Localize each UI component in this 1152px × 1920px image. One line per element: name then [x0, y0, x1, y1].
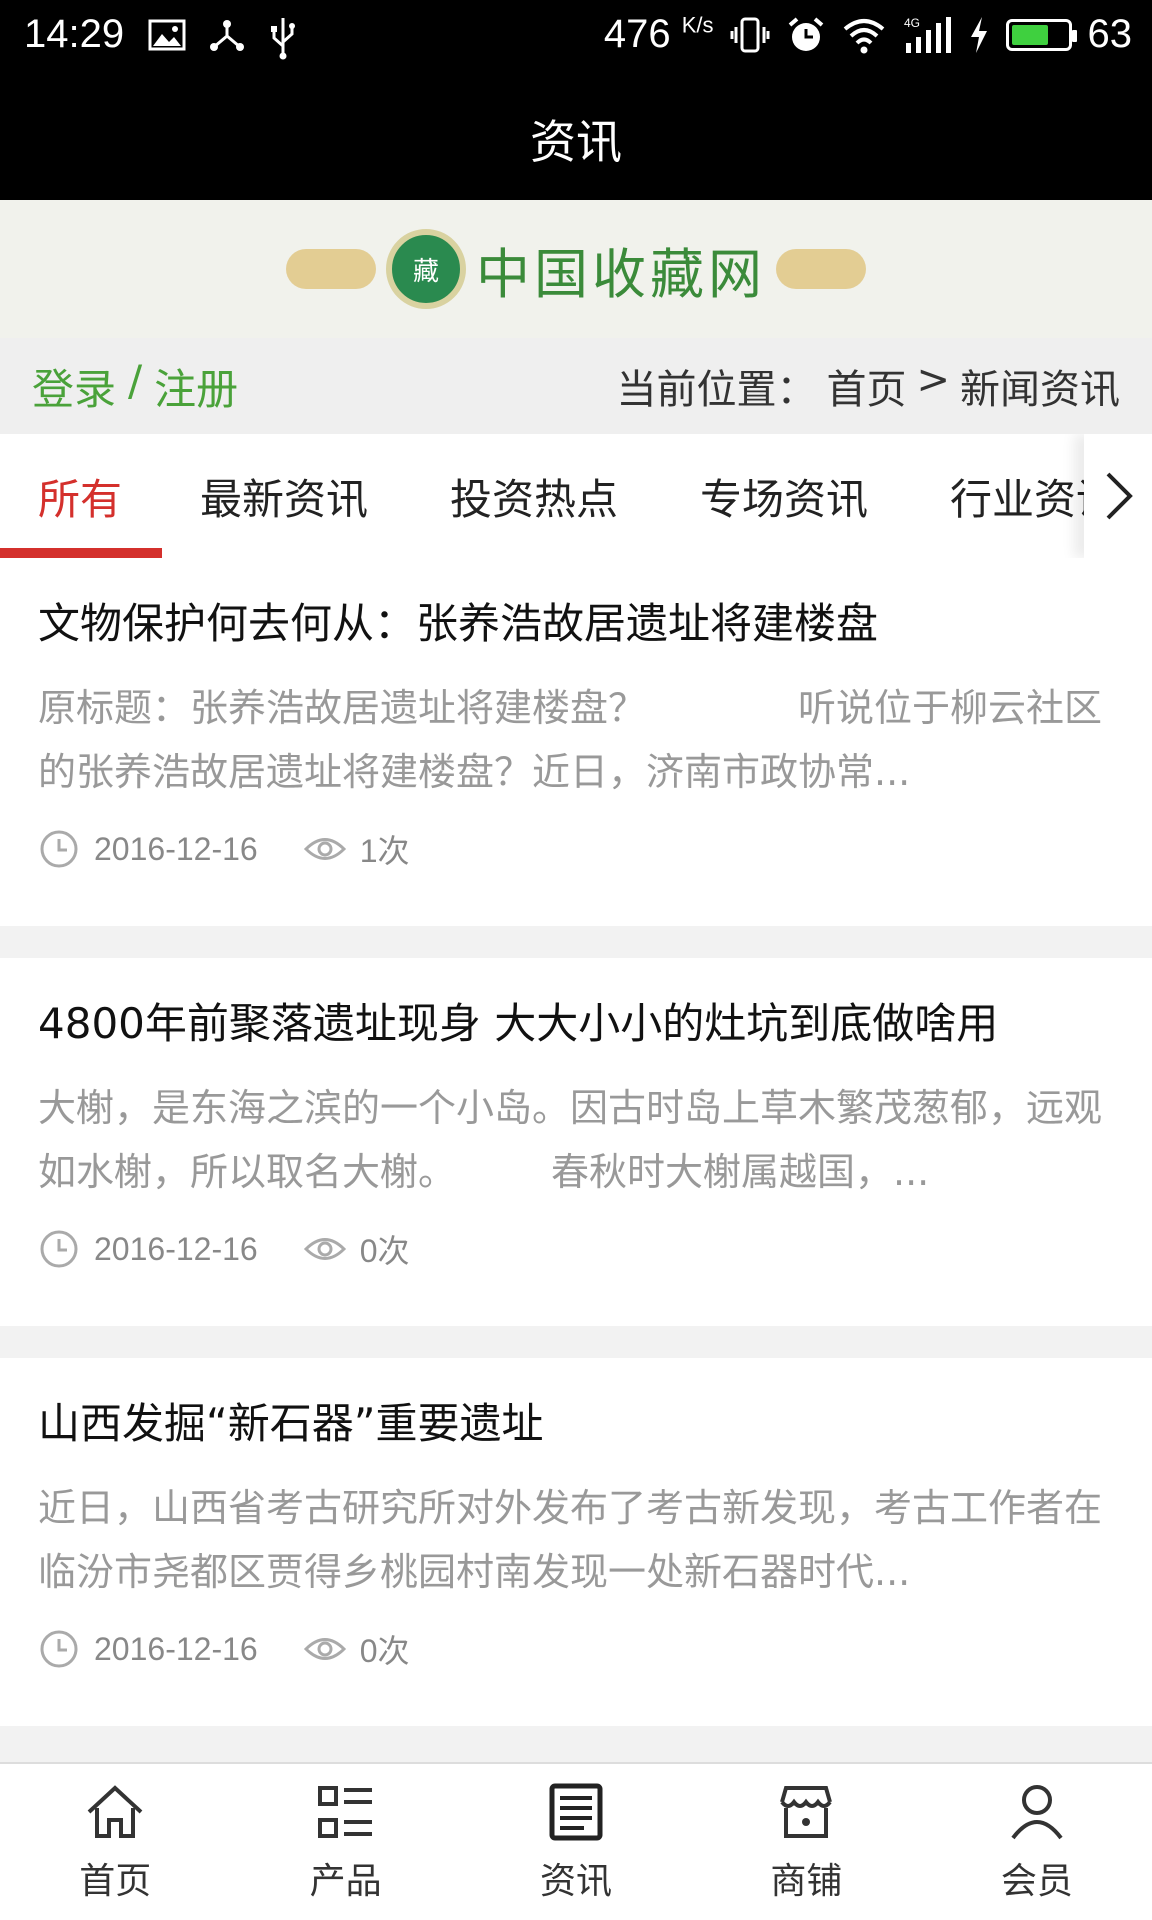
products-icon — [317, 1786, 372, 1838]
nav-news[interactable]: 资讯 — [461, 1764, 691, 1920]
page-title: 资讯 — [530, 115, 622, 169]
eye-icon — [303, 1238, 346, 1260]
home-icon — [87, 1785, 143, 1838]
top-bar: 14:29 476 K/s 4G 63 资讯 — [0, 0, 1152, 200]
usb-icon — [271, 18, 295, 60]
active-tab-indicator — [0, 548, 162, 558]
clock-icon — [40, 830, 78, 868]
nav-news-label: 资讯 — [540, 1861, 613, 1902]
article-summary: 近日，山西省考古研究所对外发布了考古新发现，考古工作者在临汾市尧都区贾得乡桃园村… — [38, 1486, 1103, 1594]
status-bar: 14:29 476 K/s 4G 63 — [0, 0, 1152, 78]
article-date: 2016-12-16 — [94, 1630, 258, 1667]
category-tabs: 所有 最新资讯 投资热点 专场资讯 行业资讯 — [0, 434, 1152, 558]
seal-icon: 藏 — [386, 229, 466, 309]
breadcrumb-home[interactable]: 首页 — [826, 357, 906, 415]
alarm-icon — [788, 16, 823, 51]
shop-icon — [780, 1786, 833, 1838]
vibrate-icon — [730, 17, 769, 52]
article-views: 0次 — [359, 1633, 410, 1669]
chevron-right-icon — [1106, 472, 1133, 520]
tabs-scroll-right-button[interactable] — [1084, 434, 1152, 558]
clock-icon — [40, 1630, 78, 1668]
charging-icon — [970, 16, 987, 53]
nav-shop[interactable]: 商铺 — [691, 1764, 921, 1920]
article-meta: 2016-12-16 0次 — [38, 1626, 1114, 1672]
share-icon — [210, 20, 244, 51]
article-item[interactable]: 4800年前聚落遗址现身 大大小小的灶坑到底做啥用 大榭，是东海之滨的一个小岛。… — [0, 958, 1152, 1326]
article-item[interactable]: 文物保护何去何从：张养浩故居遗址将建楼盘 原标题：张养浩故居遗址将建楼盘？ 听说… — [0, 558, 1152, 926]
login-link[interactable]: 登录 — [32, 356, 116, 417]
tab-investment-hotspots[interactable]: 投资热点 — [450, 434, 618, 558]
article-list: 文物保护何去何从：张养浩故居遗址将建楼盘 原标题：张养浩故居遗址将建楼盘？ 听说… — [0, 558, 1152, 1758]
battery-level: 63 — [1087, 12, 1133, 56]
eye-icon — [303, 1638, 346, 1660]
nav-products-label: 产品 — [309, 1861, 382, 1902]
clock-icon — [40, 1230, 78, 1268]
site-logo[interactable]: 藏 中国收藏网 — [286, 229, 866, 309]
article-item[interactable]: 山西发掘“新石器”重要遗址 近日，山西省考古研究所对外发布了考古新发现，考古工作… — [0, 1358, 1152, 1726]
login-links: 登录 / 注册 — [32, 356, 238, 417]
login-bar: 登录 / 注册 当前位置： 首页 > 新闻资讯 — [0, 338, 1152, 434]
news-icon — [549, 1783, 603, 1841]
article-meta: 2016-12-16 1次 — [38, 826, 1114, 872]
logo-text: 中国收藏网 — [476, 242, 766, 306]
tab-all[interactable]: 所有 — [38, 434, 122, 558]
article-title[interactable]: 4800年前聚落遗址现身 大大小小的灶坑到底做啥用 — [38, 996, 1114, 1052]
status-right: 476 K/s 4G 63 — [604, 12, 1132, 57]
status-time: 14:29 — [24, 12, 125, 56]
nav-member-label: 会员 — [1000, 1861, 1073, 1902]
breadcrumb-current: 新闻资讯 — [960, 367, 1120, 413]
article-summary: 大榭，是东海之滨的一个小岛。因古时岛上草木繁茂葱郁，远观如水榭，所以取名大榭。 … — [38, 1086, 1103, 1194]
breadcrumb-arrow: > — [916, 357, 950, 403]
member-icon — [1011, 1785, 1063, 1840]
article-views: 0次 — [359, 1233, 410, 1269]
nav-products[interactable]: 产品 — [230, 1764, 460, 1920]
cloud-ornament-left — [286, 249, 376, 289]
article-meta: 2016-12-16 0次 — [38, 1226, 1114, 1272]
tab-special-news[interactable]: 专场资讯 — [700, 434, 868, 558]
nav-home[interactable]: 首页 — [0, 1764, 230, 1920]
article-views: 1次 — [359, 833, 410, 869]
article-date: 2016-12-16 — [94, 830, 258, 867]
signal-4g-icon: 4G — [904, 16, 951, 53]
battery-icon — [1005, 18, 1077, 51]
nav-shop-label: 商铺 — [770, 1861, 843, 1902]
wifi-icon — [843, 18, 884, 53]
breadcrumb: 当前位置： 首页 > 新闻资讯 — [616, 357, 1120, 415]
cloud-ornament-right — [776, 249, 866, 289]
article-date: 2016-12-16 — [94, 1230, 258, 1267]
article-title[interactable]: 文物保护何去何从：张养浩故居遗址将建楼盘 — [38, 596, 1114, 652]
eye-icon — [303, 838, 346, 860]
network-speed: 476 K/s — [603, 12, 714, 56]
bottom-nav: 首页 产品 资讯 商铺 会员 — [0, 1762, 1152, 1920]
nav-home-label: 首页 — [79, 1861, 152, 1902]
site-banner: 藏 中国收藏网 — [0, 200, 1152, 338]
article-title[interactable]: 山西发掘“新石器”重要遗址 — [38, 1396, 1114, 1452]
status-left-icons — [148, 16, 298, 60]
login-separator: / — [128, 355, 143, 405]
breadcrumb-label: 当前位置： — [616, 367, 817, 413]
tab-latest-news[interactable]: 最新资讯 — [200, 434, 368, 558]
register-link[interactable]: 注册 — [154, 356, 238, 417]
image-icon — [148, 19, 186, 51]
nav-member[interactable]: 会员 — [922, 1764, 1152, 1920]
svg-text:4G: 4G — [904, 16, 920, 30]
article-summary: 原标题：张养浩故居遗址将建楼盘？ 听说位于柳云社区的张养浩故居遗址将建楼盘？近日… — [38, 686, 1103, 794]
